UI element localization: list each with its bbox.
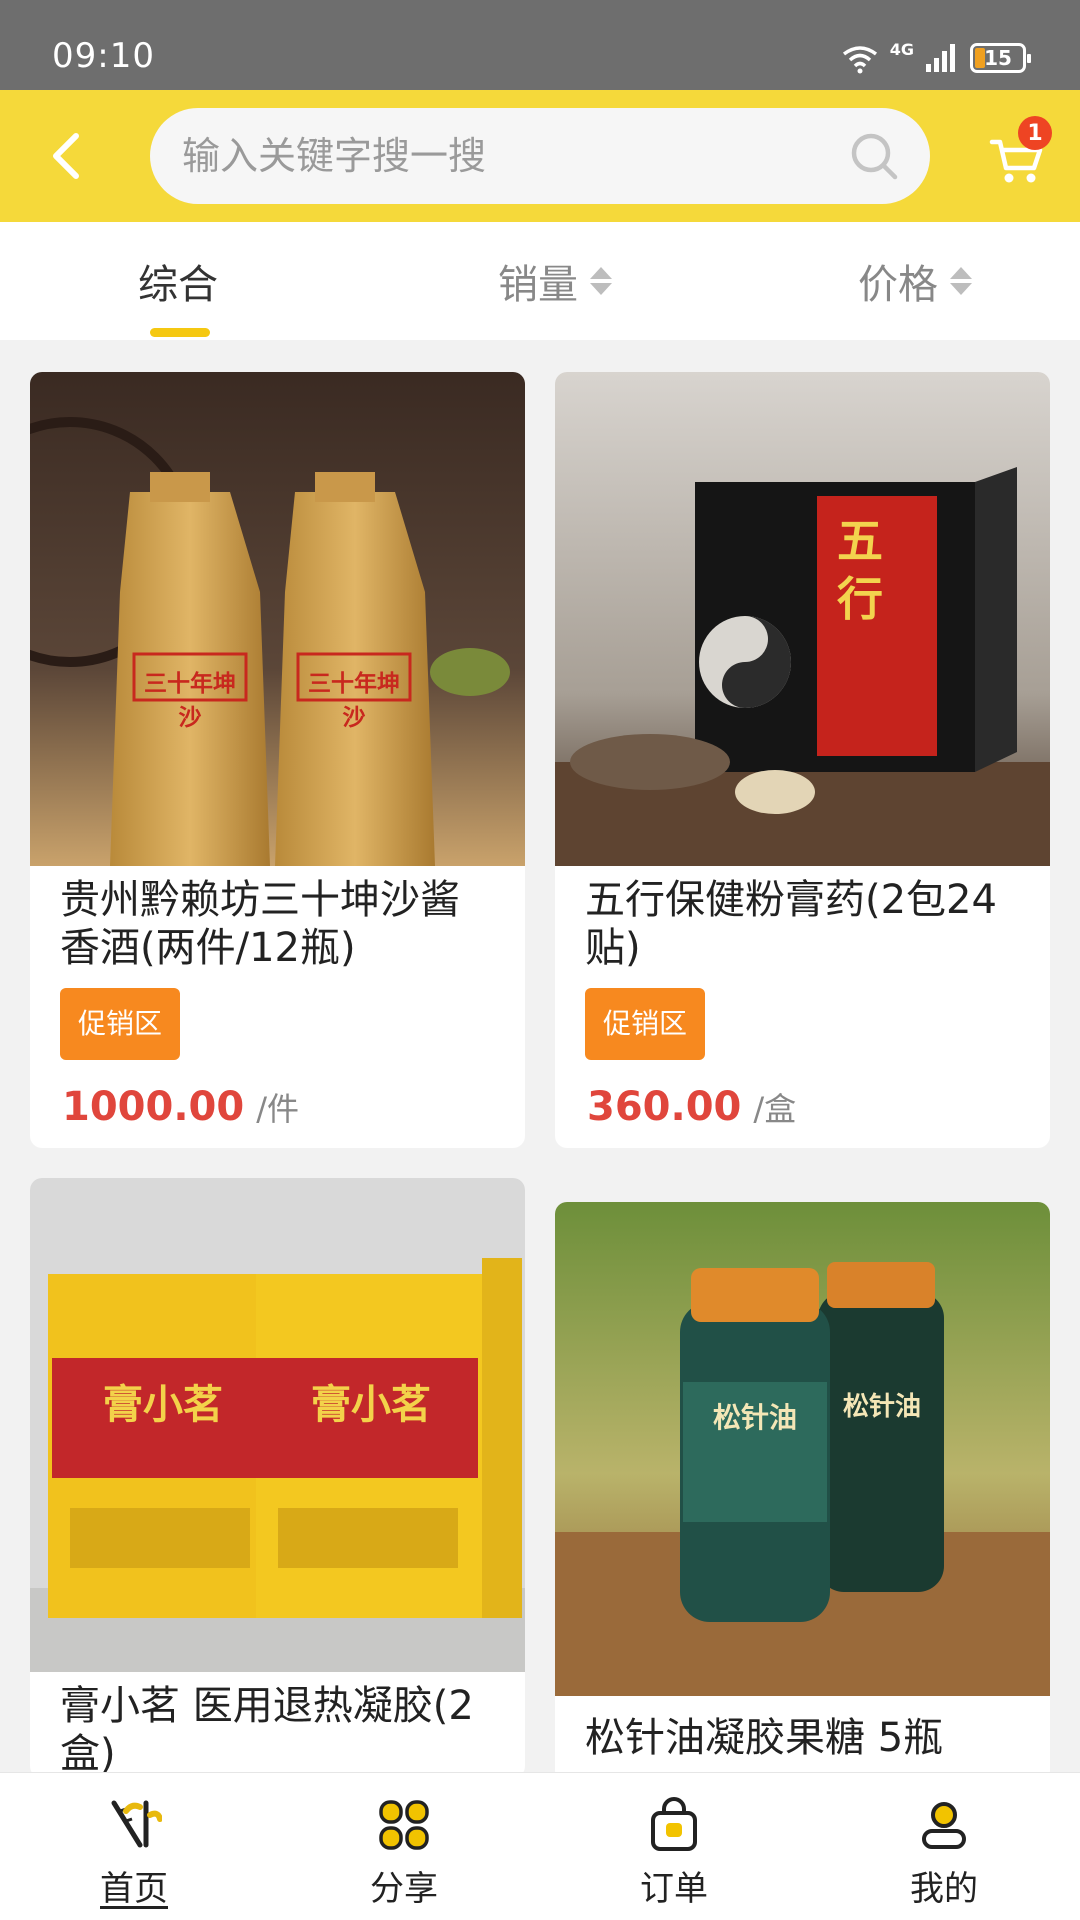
sort-bar: 综合 销量 价格 bbox=[0, 222, 1080, 340]
product-card[interactable]: 五行 五行保健粉膏药(2包24贴) 促销区 360.00 /盒 bbox=[555, 372, 1050, 1148]
product-image[interactable]: 膏小茗 膏小茗 bbox=[30, 1178, 525, 1672]
sort-arrows-icon bbox=[950, 267, 972, 295]
price: 360.00 bbox=[587, 1084, 742, 1130]
price-unit: /件 bbox=[256, 1090, 299, 1128]
tab-sales[interactable]: 销量 bbox=[498, 222, 612, 340]
battery-icon: 15 bbox=[970, 43, 1031, 73]
wifi-icon bbox=[842, 46, 877, 74]
price-row: 360.00 /盒 bbox=[587, 1084, 1050, 1144]
product-image-label: 松针油 bbox=[842, 1392, 921, 1422]
active-tab-indicator bbox=[150, 328, 210, 337]
product-title[interactable]: 膏小茗 医用退热凝胶(2盒) bbox=[30, 1672, 525, 1772]
chevron-left-icon bbox=[53, 133, 79, 179]
cart-button[interactable]: 1 bbox=[988, 116, 1058, 192]
search-icon[interactable] bbox=[848, 130, 900, 182]
product-image-label: 膏小茗 bbox=[103, 1382, 223, 1428]
nav-label: 订单 bbox=[640, 1869, 708, 1909]
tab-comprehensive[interactable]: 综合 bbox=[138, 222, 218, 340]
top-header: 1 bbox=[0, 90, 1080, 222]
product-title[interactable]: 五行保健粉膏药(2包24贴) bbox=[555, 866, 1050, 972]
product-image[interactable]: 松针油 松针油 bbox=[555, 1202, 1050, 1696]
product-image[interactable]: 五行 bbox=[555, 372, 1050, 866]
signal-icon bbox=[926, 44, 955, 72]
nav-label: 首页 bbox=[100, 1869, 168, 1909]
product-image[interactable]: 三十年坤沙 三十年坤沙 bbox=[30, 372, 525, 866]
tab-label: 综合 bbox=[138, 262, 218, 308]
product-title[interactable]: 贵州黔赖坊三十坤沙酱香酒(两件/12瓶) bbox=[30, 866, 525, 972]
search-box[interactable] bbox=[150, 108, 930, 204]
nav-me[interactable]: 我的 bbox=[844, 1773, 1044, 1920]
nav-orders[interactable]: 订单 bbox=[574, 1773, 774, 1920]
tab-price[interactable]: 价格 bbox=[858, 222, 972, 340]
nav-share[interactable]: 分享 bbox=[304, 1773, 504, 1920]
nav-label: 分享 bbox=[370, 1869, 438, 1909]
product-card[interactable]: 松针油 松针油 松针油凝胶果糖 5瓶 bbox=[555, 1202, 1050, 1772]
status-time: 09:10 bbox=[52, 36, 155, 76]
product-card[interactable]: 三十年坤沙 三十年坤沙 贵州黔赖坊三十坤沙酱香酒(两件/12瓶) 促销区 100… bbox=[30, 372, 525, 1148]
cart-badge: 1 bbox=[1018, 116, 1052, 150]
nav-home[interactable]: 首页 bbox=[34, 1773, 234, 1920]
status-bar: 09:10 4G 15 bbox=[0, 0, 1080, 90]
back-button[interactable] bbox=[30, 120, 102, 192]
product-image-label: 松针油 bbox=[712, 1401, 797, 1434]
tab-label: 销量 bbox=[498, 262, 578, 308]
network-type: 4G bbox=[889, 40, 914, 59]
battery-level: 15 bbox=[984, 46, 1012, 70]
search-input[interactable] bbox=[182, 108, 832, 204]
price-row: 1000.00 /件 bbox=[62, 1084, 525, 1144]
price: 1000.00 bbox=[62, 1084, 245, 1130]
order-bag-icon bbox=[651, 1797, 697, 1851]
status-icons: 4G 15 bbox=[840, 40, 1031, 76]
product-title[interactable]: 松针油凝胶果糖 5瓶 bbox=[555, 1696, 1050, 1762]
promo-tag: 促销区 bbox=[60, 988, 181, 1060]
product-image-label: 三十年坤沙 bbox=[144, 671, 236, 731]
nav-label: 我的 bbox=[910, 1869, 978, 1909]
price-unit: /盒 bbox=[753, 1090, 797, 1128]
product-image-label: 五行 bbox=[837, 514, 883, 626]
product-image-label: 三十年坤沙 bbox=[308, 671, 400, 731]
sort-arrows-icon bbox=[590, 267, 612, 295]
product-card[interactable]: 膏小茗 膏小茗 膏小茗 医用退热凝胶(2盒) bbox=[30, 1178, 525, 1772]
bottom-nav: 首页 分享 订单 我的 bbox=[0, 1772, 1080, 1920]
tab-label: 价格 bbox=[858, 262, 938, 308]
bamboo-home-icon bbox=[111, 1800, 162, 1848]
product-grid: 三十年坤沙 三十年坤沙 贵州黔赖坊三十坤沙酱香酒(两件/12瓶) 促销区 100… bbox=[0, 340, 1080, 1772]
user-icon bbox=[922, 1802, 966, 1849]
product-image-label: 膏小茗 bbox=[311, 1382, 431, 1428]
promo-tag: 促销区 bbox=[585, 988, 706, 1060]
share-grid-icon bbox=[379, 1800, 429, 1850]
